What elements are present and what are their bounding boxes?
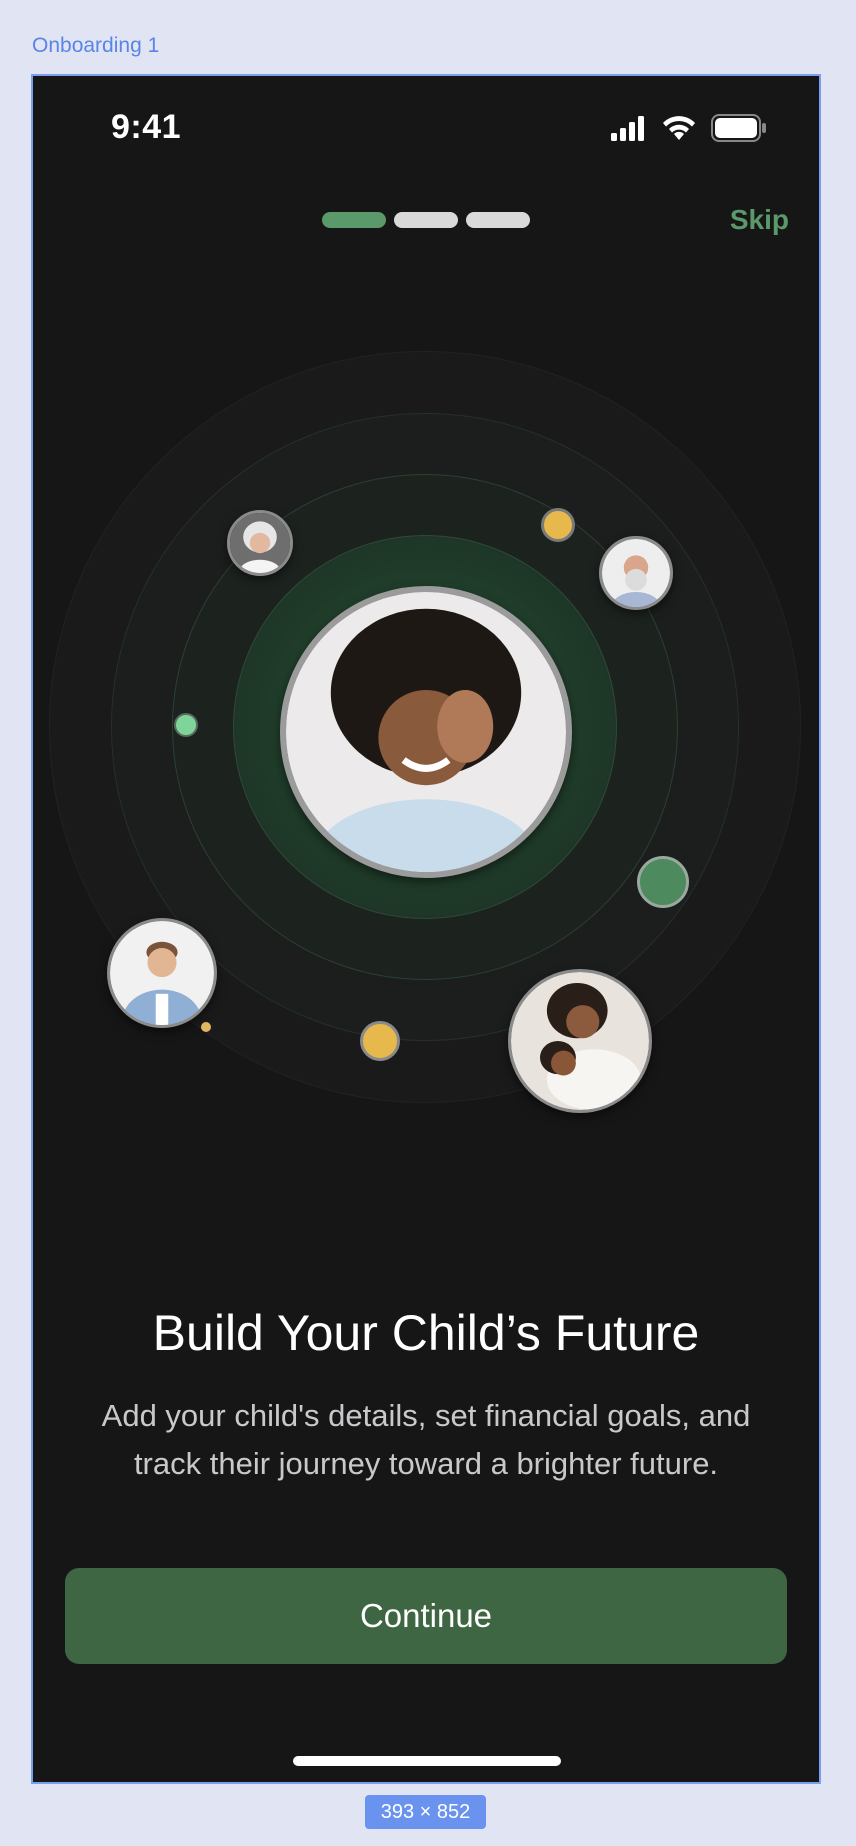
decorative-dot-yellow-top	[541, 508, 575, 542]
decorative-dot-yellow-bottom	[360, 1021, 400, 1061]
status-icons	[611, 114, 767, 147]
phone-screen: 9:41 Skip Build Your Child’s Future Add …	[31, 74, 821, 1784]
page-title: Build Your Child’s Future	[152, 1305, 700, 1361]
child-avatar	[280, 586, 572, 878]
elderly-woman-avatar	[227, 510, 293, 576]
frame-label: Onboarding 1	[32, 34, 160, 57]
status-time: 9:41	[111, 108, 182, 146]
decorative-dot-yellow-small	[201, 1022, 211, 1032]
battery-icon	[711, 114, 767, 147]
decorative-dot-green-right	[637, 856, 689, 908]
subtitle-line-2: track their journey toward a brighter fu…	[133, 1446, 719, 1481]
wifi-icon	[661, 114, 697, 147]
onboarding-progress	[322, 212, 530, 228]
subtitle-line-1: Add your child's details, set financial …	[101, 1398, 751, 1433]
progress-step-1	[322, 212, 386, 228]
progress-step-2	[394, 212, 458, 228]
cellular-signal-icon	[611, 115, 647, 146]
progress-step-3	[466, 212, 530, 228]
frame-size-badge: 393 × 852	[365, 1795, 486, 1829]
decorative-dot-green-left	[174, 713, 198, 737]
page-subtitle: Add your child's details, set financial …	[63, 1392, 789, 1488]
orbit-illustration	[33, 346, 819, 1113]
skip-button[interactable]: Skip	[730, 204, 789, 236]
continue-button[interactable]: Continue	[65, 1568, 787, 1664]
elderly-man-avatar	[599, 536, 673, 610]
young-man-avatar	[107, 918, 217, 1028]
mother-daughter-avatar	[508, 969, 652, 1113]
home-indicator[interactable]	[293, 1756, 561, 1766]
